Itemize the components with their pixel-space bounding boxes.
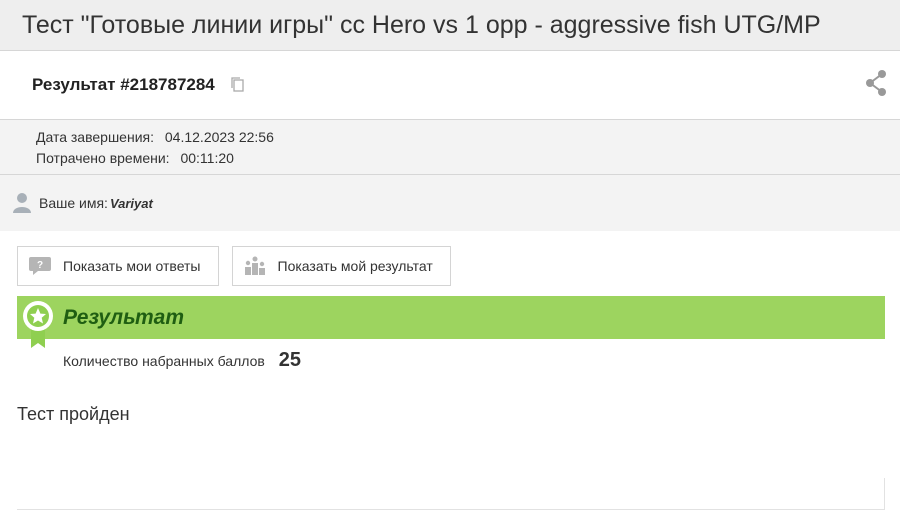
question-chat-icon: ? xyxy=(29,257,51,275)
title-bar: Тест "Готовые линии игры" сс Hero vs 1 o… xyxy=(0,0,900,51)
content-border xyxy=(884,478,885,510)
result-header: Результат #218787284 xyxy=(0,51,900,120)
result-title: Результат xyxy=(63,305,185,329)
user-name-label: Ваше имя: xyxy=(39,195,108,211)
share-icon[interactable] xyxy=(864,69,888,102)
show-result-button[interactable]: Показать мой результат xyxy=(231,246,451,286)
finish-date-value: 04.12.2023 22:56 xyxy=(164,129,274,145)
score-value: 25 xyxy=(278,349,302,371)
show-answers-button[interactable]: ? Показать мои ответы xyxy=(17,246,219,286)
result-meta: Дата завершения: 04.12.2023 22:56 Потрач… xyxy=(0,120,900,175)
user-name: Variyat xyxy=(109,195,153,211)
award-badge-icon xyxy=(23,301,53,348)
test-status: Тест пройден xyxy=(17,404,130,424)
copy-icon[interactable] xyxy=(231,77,245,93)
time-spent-value: 00:11:20 xyxy=(180,150,234,166)
test-title: Тест "Готовые линии игры" сс Hero vs 1 o… xyxy=(22,10,821,39)
show-answers-label: Показать мои ответы xyxy=(63,258,201,274)
time-spent-row: Потрачено времени: 00:11:20 xyxy=(36,148,900,169)
result-id-group: Результат #218787284 xyxy=(32,75,245,95)
user-row: Ваше имя: Variyat xyxy=(0,175,900,231)
show-result-label: Показать мой результат xyxy=(277,258,433,274)
finish-date-row: Дата завершения: 04.12.2023 22:56 xyxy=(36,127,900,148)
result-banner: Результат xyxy=(17,296,885,348)
time-spent-label: Потрачено времени: xyxy=(36,150,170,166)
score-label: Количество набранных баллов xyxy=(63,352,265,369)
score-row: Количество набранных баллов 25 xyxy=(0,339,900,372)
user-icon xyxy=(13,193,31,213)
content-divider xyxy=(17,509,885,510)
svg-text:?: ? xyxy=(37,260,43,271)
action-buttons: ? Показать мои ответы Показать мой резул… xyxy=(0,231,900,286)
result-id: Результат #218787284 xyxy=(32,75,215,94)
leaderboard-icon xyxy=(244,256,265,275)
finish-date-label: Дата завершения: xyxy=(36,129,154,145)
